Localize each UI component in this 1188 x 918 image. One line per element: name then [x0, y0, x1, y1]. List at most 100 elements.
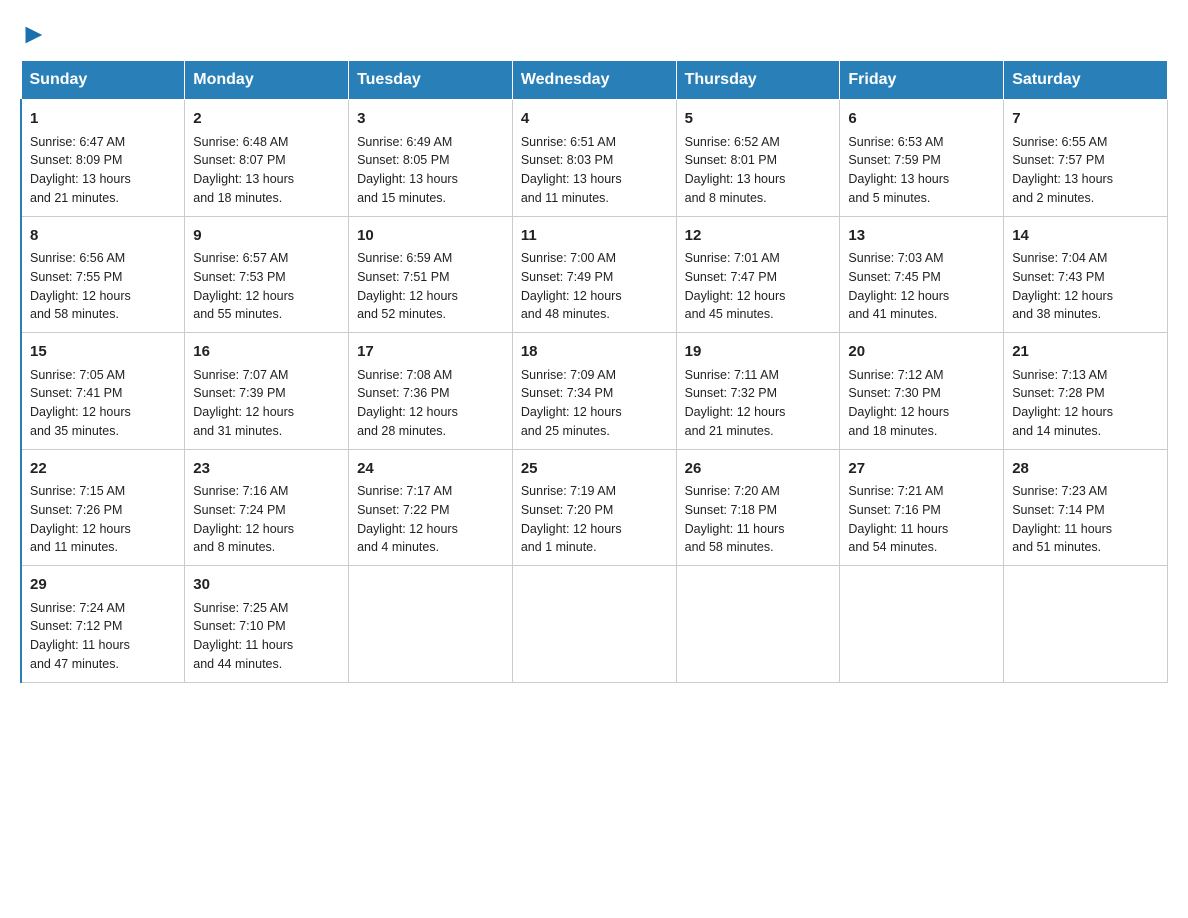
logo: ► — [20, 20, 48, 44]
calendar-table: Sunday Monday Tuesday Wednesday Thursday… — [20, 60, 1168, 683]
day-number: 15 — [30, 341, 176, 364]
day-number: 4 — [521, 108, 668, 131]
calendar-cell: 8Sunrise: 6:56 AMSunset: 7:55 PMDaylight… — [21, 216, 185, 333]
day-number: 28 — [1012, 458, 1159, 481]
header-thursday: Thursday — [676, 61, 840, 100]
header-sunday: Sunday — [21, 61, 185, 100]
day-number: 30 — [193, 574, 340, 597]
day-number: 17 — [357, 341, 504, 364]
day-info: Sunrise: 6:59 AMSunset: 7:51 PMDaylight:… — [357, 249, 504, 324]
day-info: Sunrise: 6:47 AMSunset: 8:09 PMDaylight:… — [30, 133, 176, 208]
day-info: Sunrise: 7:23 AMSunset: 7:14 PMDaylight:… — [1012, 482, 1159, 557]
day-info: Sunrise: 7:03 AMSunset: 7:45 PMDaylight:… — [848, 249, 995, 324]
calendar-cell: 24Sunrise: 7:17 AMSunset: 7:22 PMDayligh… — [349, 449, 513, 566]
day-info: Sunrise: 6:48 AMSunset: 8:07 PMDaylight:… — [193, 133, 340, 208]
logo-icon: ► — [20, 20, 48, 48]
day-info: Sunrise: 7:24 AMSunset: 7:12 PMDaylight:… — [30, 599, 176, 674]
header-friday: Friday — [840, 61, 1004, 100]
calendar-cell: 3Sunrise: 6:49 AMSunset: 8:05 PMDaylight… — [349, 100, 513, 217]
calendar-cell: 1Sunrise: 6:47 AMSunset: 8:09 PMDaylight… — [21, 100, 185, 217]
day-number: 29 — [30, 574, 176, 597]
day-number: 19 — [685, 341, 832, 364]
calendar-cell: 2Sunrise: 6:48 AMSunset: 8:07 PMDaylight… — [185, 100, 349, 217]
day-number: 2 — [193, 108, 340, 131]
day-number: 10 — [357, 225, 504, 248]
calendar-cell: 6Sunrise: 6:53 AMSunset: 7:59 PMDaylight… — [840, 100, 1004, 217]
day-number: 12 — [685, 225, 832, 248]
calendar-cell: 15Sunrise: 7:05 AMSunset: 7:41 PMDayligh… — [21, 333, 185, 450]
calendar-cell: 5Sunrise: 6:52 AMSunset: 8:01 PMDaylight… — [676, 100, 840, 217]
day-number: 18 — [521, 341, 668, 364]
page-header: ► — [20, 20, 1168, 44]
day-number: 7 — [1012, 108, 1159, 131]
day-number: 16 — [193, 341, 340, 364]
day-number: 21 — [1012, 341, 1159, 364]
calendar-cell: 4Sunrise: 6:51 AMSunset: 8:03 PMDaylight… — [512, 100, 676, 217]
week-row-2: 8Sunrise: 6:56 AMSunset: 7:55 PMDaylight… — [21, 216, 1168, 333]
logo-text: ► — [20, 20, 48, 48]
day-number: 8 — [30, 225, 176, 248]
header-tuesday: Tuesday — [349, 61, 513, 100]
day-info: Sunrise: 6:52 AMSunset: 8:01 PMDaylight:… — [685, 133, 832, 208]
calendar-cell: 14Sunrise: 7:04 AMSunset: 7:43 PMDayligh… — [1004, 216, 1168, 333]
day-info: Sunrise: 7:20 AMSunset: 7:18 PMDaylight:… — [685, 482, 832, 557]
day-info: Sunrise: 7:13 AMSunset: 7:28 PMDaylight:… — [1012, 366, 1159, 441]
day-number: 11 — [521, 225, 668, 248]
calendar-cell: 29Sunrise: 7:24 AMSunset: 7:12 PMDayligh… — [21, 566, 185, 683]
week-row-5: 29Sunrise: 7:24 AMSunset: 7:12 PMDayligh… — [21, 566, 1168, 683]
calendar-cell: 17Sunrise: 7:08 AMSunset: 7:36 PMDayligh… — [349, 333, 513, 450]
week-row-1: 1Sunrise: 6:47 AMSunset: 8:09 PMDaylight… — [21, 100, 1168, 217]
week-row-4: 22Sunrise: 7:15 AMSunset: 7:26 PMDayligh… — [21, 449, 1168, 566]
day-info: Sunrise: 7:08 AMSunset: 7:36 PMDaylight:… — [357, 366, 504, 441]
calendar-cell: 25Sunrise: 7:19 AMSunset: 7:20 PMDayligh… — [512, 449, 676, 566]
day-number: 24 — [357, 458, 504, 481]
day-info: Sunrise: 7:12 AMSunset: 7:30 PMDaylight:… — [848, 366, 995, 441]
day-number: 23 — [193, 458, 340, 481]
calendar-cell: 19Sunrise: 7:11 AMSunset: 7:32 PMDayligh… — [676, 333, 840, 450]
header-wednesday: Wednesday — [512, 61, 676, 100]
calendar-cell: 7Sunrise: 6:55 AMSunset: 7:57 PMDaylight… — [1004, 100, 1168, 217]
calendar-cell: 23Sunrise: 7:16 AMSunset: 7:24 PMDayligh… — [185, 449, 349, 566]
day-number: 5 — [685, 108, 832, 131]
calendar-cell: 13Sunrise: 7:03 AMSunset: 7:45 PMDayligh… — [840, 216, 1004, 333]
day-number: 9 — [193, 225, 340, 248]
calendar-cell: 16Sunrise: 7:07 AMSunset: 7:39 PMDayligh… — [185, 333, 349, 450]
calendar-cell — [840, 566, 1004, 683]
day-number: 22 — [30, 458, 176, 481]
day-info: Sunrise: 6:51 AMSunset: 8:03 PMDaylight:… — [521, 133, 668, 208]
day-number: 1 — [30, 108, 176, 131]
day-info: Sunrise: 7:15 AMSunset: 7:26 PMDaylight:… — [30, 482, 176, 557]
calendar-cell: 22Sunrise: 7:15 AMSunset: 7:26 PMDayligh… — [21, 449, 185, 566]
day-number: 3 — [357, 108, 504, 131]
calendar-cell — [676, 566, 840, 683]
day-number: 27 — [848, 458, 995, 481]
calendar-cell: 10Sunrise: 6:59 AMSunset: 7:51 PMDayligh… — [349, 216, 513, 333]
day-info: Sunrise: 6:55 AMSunset: 7:57 PMDaylight:… — [1012, 133, 1159, 208]
day-info: Sunrise: 6:53 AMSunset: 7:59 PMDaylight:… — [848, 133, 995, 208]
calendar-cell: 27Sunrise: 7:21 AMSunset: 7:16 PMDayligh… — [840, 449, 1004, 566]
day-info: Sunrise: 7:05 AMSunset: 7:41 PMDaylight:… — [30, 366, 176, 441]
header-saturday: Saturday — [1004, 61, 1168, 100]
day-info: Sunrise: 7:09 AMSunset: 7:34 PMDaylight:… — [521, 366, 668, 441]
day-info: Sunrise: 7:04 AMSunset: 7:43 PMDaylight:… — [1012, 249, 1159, 324]
day-info: Sunrise: 6:56 AMSunset: 7:55 PMDaylight:… — [30, 249, 176, 324]
day-info: Sunrise: 7:11 AMSunset: 7:32 PMDaylight:… — [685, 366, 832, 441]
day-info: Sunrise: 7:21 AMSunset: 7:16 PMDaylight:… — [848, 482, 995, 557]
day-info: Sunrise: 7:01 AMSunset: 7:47 PMDaylight:… — [685, 249, 832, 324]
day-number: 13 — [848, 225, 995, 248]
day-info: Sunrise: 6:49 AMSunset: 8:05 PMDaylight:… — [357, 133, 504, 208]
calendar-cell: 28Sunrise: 7:23 AMSunset: 7:14 PMDayligh… — [1004, 449, 1168, 566]
day-info: Sunrise: 7:19 AMSunset: 7:20 PMDaylight:… — [521, 482, 668, 557]
day-number: 6 — [848, 108, 995, 131]
calendar-cell: 12Sunrise: 7:01 AMSunset: 7:47 PMDayligh… — [676, 216, 840, 333]
day-info: Sunrise: 7:17 AMSunset: 7:22 PMDaylight:… — [357, 482, 504, 557]
calendar-cell: 9Sunrise: 6:57 AMSunset: 7:53 PMDaylight… — [185, 216, 349, 333]
calendar-cell: 21Sunrise: 7:13 AMSunset: 7:28 PMDayligh… — [1004, 333, 1168, 450]
day-number: 20 — [848, 341, 995, 364]
day-info: Sunrise: 7:00 AMSunset: 7:49 PMDaylight:… — [521, 249, 668, 324]
calendar-cell: 18Sunrise: 7:09 AMSunset: 7:34 PMDayligh… — [512, 333, 676, 450]
day-number: 26 — [685, 458, 832, 481]
header-monday: Monday — [185, 61, 349, 100]
calendar-cell — [349, 566, 513, 683]
calendar-cell — [512, 566, 676, 683]
